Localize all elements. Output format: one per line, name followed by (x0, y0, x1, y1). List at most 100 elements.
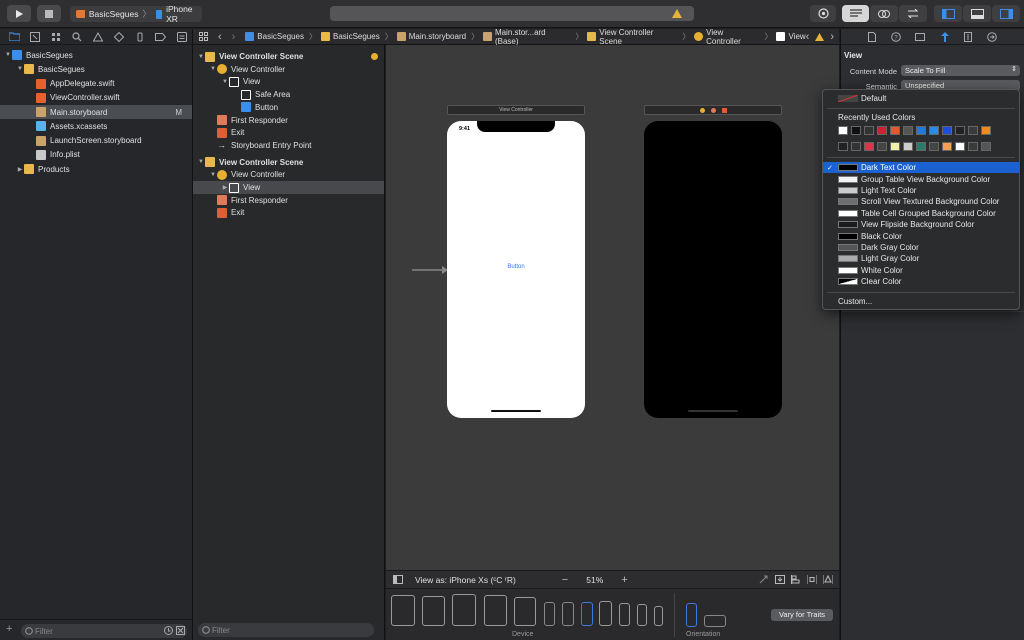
file-tree-item[interactable]: Info.plist (0, 148, 192, 162)
color-menu-item[interactable]: Light Text Color (823, 185, 1019, 196)
toggle-inspector-button[interactable] (992, 5, 1020, 22)
recent-color-swatch[interactable] (903, 142, 913, 151)
breadcrumb-item[interactable]: View Controller 〉 (694, 28, 774, 46)
device-iphone-4s[interactable] (637, 604, 647, 626)
outline-item[interactable]: Exit (193, 206, 384, 219)
toggle-debug-button[interactable] (963, 5, 991, 22)
outline-item[interactable]: ▼ View Controller (193, 63, 384, 76)
file-icon[interactable] (868, 31, 877, 42)
scm-filter-icon[interactable] (176, 626, 185, 635)
device-ipad-pro-10[interactable] (452, 594, 476, 626)
breadcrumb-item[interactable]: Main.storyboard 〉 (396, 31, 481, 42)
device-iphone-small[interactable] (654, 606, 663, 626)
outline-item[interactable]: ▶ View (193, 181, 384, 194)
device-iphone-se[interactable] (619, 603, 630, 626)
standard-editor-button[interactable] (842, 5, 869, 22)
navigator-filter-field[interactable]: Filter (21, 624, 187, 638)
recent-color-swatch[interactable] (877, 126, 887, 135)
outline-item[interactable]: ▼ View Controller Scene (193, 156, 384, 169)
size-icon[interactable] (964, 31, 973, 42)
device-ipad-pro-12[interactable] (391, 595, 415, 626)
file-tree-item[interactable]: ViewController.swift (0, 91, 192, 105)
stop-button[interactable] (37, 5, 61, 22)
color-menu-item[interactable]: Light Gray Color (823, 253, 1019, 264)
recent-color-swatch[interactable] (929, 126, 939, 135)
outline-item[interactable]: → Storyboard Entry Point (193, 139, 384, 152)
recent-color-swatch[interactable] (955, 142, 965, 151)
view-as-label[interactable]: View as: iPhone Xs (ᶜC ʳR) (415, 575, 516, 585)
view-controller-canvas-black[interactable] (644, 121, 782, 418)
tab-source-control[interactable] (25, 29, 46, 45)
clock-icon[interactable] (164, 626, 173, 635)
file-tree-item[interactable]: LaunchScreen.storyboard (0, 134, 192, 148)
breadcrumb-item[interactable]: Main.stor...ard (Base) 〉 (483, 28, 585, 46)
device-iphone-xs-max[interactable] (599, 601, 612, 626)
embed-in-icon[interactable] (775, 575, 785, 584)
device-ipad[interactable] (514, 597, 536, 626)
library-button[interactable] (810, 5, 836, 22)
attributes-icon[interactable] (940, 31, 950, 42)
recent-color-swatch[interactable] (955, 126, 965, 135)
breadcrumb-item[interactable]: View Controller Scene 〉 (587, 28, 692, 46)
recent-color-swatch[interactable] (864, 126, 874, 135)
identity-icon[interactable] (915, 32, 926, 42)
outline-item[interactable]: Safe Area (193, 88, 384, 101)
resolve-issues-icon[interactable] (823, 575, 833, 584)
file-tree-item[interactable]: Main.storyboard M (0, 105, 192, 119)
tab-project[interactable] (4, 29, 25, 45)
scheme-selector[interactable]: BasicSegues 〉 iPhone XR (70, 4, 202, 24)
tab-debug[interactable] (129, 29, 150, 45)
scene-dock[interactable] (644, 105, 782, 115)
warning-icon[interactable] (672, 9, 682, 18)
menu-item-default[interactable]: Default (823, 93, 1019, 104)
toggle-outline-icon[interactable] (393, 575, 403, 584)
back-icon[interactable]: ‹ (218, 31, 222, 43)
tab-symbols[interactable] (46, 29, 67, 45)
recent-color-swatch[interactable] (916, 142, 926, 151)
help-icon[interactable]: ? (890, 31, 901, 42)
disclosure-open-icon[interactable]: ▼ (209, 172, 217, 178)
recent-color-swatch[interactable] (838, 142, 848, 151)
recent-color-swatch[interactable] (890, 126, 900, 135)
version-editor-button[interactable] (899, 5, 927, 22)
file-tree-item[interactable]: ▼ BasicSegues (0, 62, 192, 76)
recent-color-swatch[interactable] (968, 142, 978, 151)
next-issue-icon[interactable]: › (830, 31, 834, 43)
recent-color-swatch[interactable] (851, 126, 861, 135)
outline-item[interactable]: ▼ View Controller Scene (193, 50, 384, 63)
vary-for-traits-button[interactable]: Vary for Traits (771, 609, 833, 621)
toggle-navigator-button[interactable] (934, 5, 962, 22)
recent-color-swatch[interactable] (942, 142, 952, 151)
outline-item[interactable]: First Responder (193, 114, 384, 127)
update-frames-icon[interactable] (759, 575, 769, 584)
tab-breakpoints[interactable] (150, 29, 171, 45)
recent-color-swatch[interactable] (838, 126, 848, 135)
color-menu-item[interactable]: Table Cell Grouped Background Color (823, 208, 1019, 219)
color-menu-item[interactable]: Group Table View Background Color (823, 173, 1019, 184)
recent-color-swatch[interactable] (981, 142, 991, 151)
previous-issue-icon[interactable]: ‹ (806, 31, 810, 43)
recent-color-swatch[interactable] (890, 142, 900, 151)
menu-item-custom[interactable]: Custom... (823, 296, 1019, 307)
recent-color-swatch[interactable] (877, 142, 887, 151)
view-controller-canvas-white[interactable]: 9:41 Button (447, 121, 585, 418)
device-iphone-8[interactable] (562, 602, 574, 626)
related-items-icon[interactable] (199, 32, 208, 41)
disclosure-open-icon[interactable]: ▼ (16, 66, 24, 72)
orientation-portrait[interactable] (686, 603, 697, 627)
scene-dock[interactable]: View Controller (447, 105, 585, 115)
color-menu-item[interactable]: Black Color (823, 230, 1019, 241)
device-ipad-pro-11[interactable] (422, 596, 445, 626)
recent-color-swatch[interactable] (942, 126, 952, 135)
outline-item[interactable]: ▼ View (193, 75, 384, 88)
add-icon[interactable]: + (6, 623, 12, 635)
file-tree-item[interactable]: AppDelegate.swift (0, 77, 192, 91)
warning-icon[interactable] (815, 32, 825, 41)
file-tree-item[interactable]: Assets.xcassets (0, 119, 192, 133)
color-menu-item[interactable]: Scroll View Textured Background Color (823, 196, 1019, 207)
outline-item[interactable]: First Responder (193, 194, 384, 207)
color-menu-item[interactable]: ✓ Dark Text Color (823, 162, 1019, 174)
disclosure-open-icon[interactable]: ▼ (197, 54, 205, 60)
disclosure-open-icon[interactable]: ▼ (221, 79, 229, 85)
recent-color-swatch[interactable] (929, 142, 939, 151)
